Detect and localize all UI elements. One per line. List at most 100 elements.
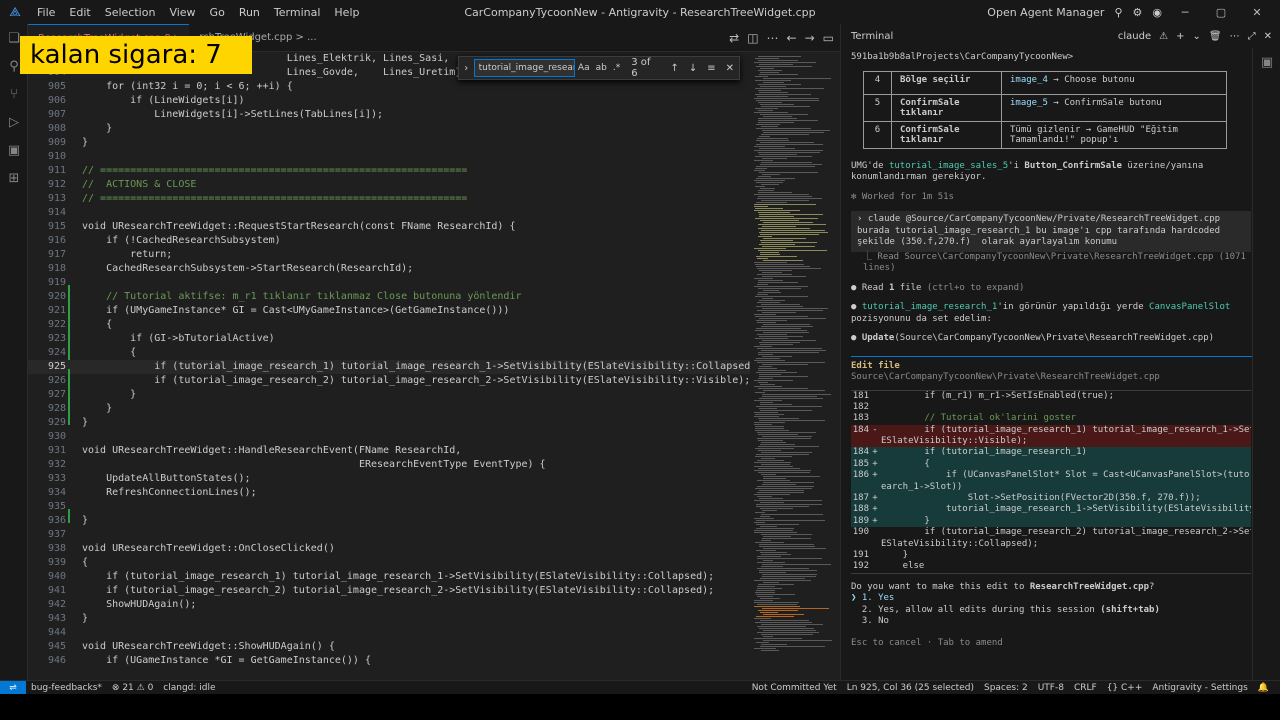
close-panel-icon[interactable]: ✕ xyxy=(1264,31,1272,42)
split-editor-icon[interactable]: ◫ xyxy=(747,31,758,45)
new-terminal-icon[interactable]: + xyxy=(1176,31,1184,42)
code-line[interactable]: 918 CachedResearchSubsystem->StartResear… xyxy=(28,262,750,276)
code-line[interactable]: 926 if (tutorial_image_research_2) tutor… xyxy=(28,374,750,397)
code-line[interactable]: 922 { xyxy=(28,318,750,341)
code-line[interactable]: 936} xyxy=(28,514,750,528)
code-line[interactable]: 913 // ==================================… xyxy=(28,192,750,206)
account-icon[interactable]: ◉ xyxy=(1152,6,1162,19)
code-line[interactable]: 938 void UResearchTreeWidget::OnCloseClic… xyxy=(28,542,750,556)
language-mode[interactable]: {} C++ xyxy=(1102,683,1148,693)
agent-manager-button[interactable]: Open Agent Manager xyxy=(987,6,1104,19)
regex-toggle[interactable]: .* xyxy=(610,63,623,73)
commit-status[interactable]: Not Committed Yet xyxy=(747,683,842,693)
source-control-icon[interactable]: ⑂ xyxy=(0,80,28,108)
line-ending[interactable]: CRLF xyxy=(1069,683,1102,693)
remote-icon[interactable]: ▣ xyxy=(0,136,28,164)
code-line[interactable]: 939 { xyxy=(28,556,750,570)
code-area[interactable]: 903 Lines_Elektrik, Lines_Sasi,904 Lines… xyxy=(28,52,750,680)
code-line[interactable]: 934 RefreshConnectionLines(); xyxy=(28,486,750,500)
run-debug-icon[interactable]: ▷ xyxy=(0,108,28,136)
code-line[interactable]: 908 } xyxy=(28,122,750,136)
encoding[interactable]: UTF-8 xyxy=(1033,683,1069,693)
code-line[interactable]: 917 return; xyxy=(28,248,750,262)
code-line[interactable]: 919 xyxy=(28,276,750,299)
code-line[interactable]: 916 if (!CachedResearchSubsystem) xyxy=(28,234,750,248)
minimap[interactable] xyxy=(750,52,840,680)
problems-indicator[interactable]: ⊗ 21 ⚠ 0 xyxy=(107,683,158,693)
code-line[interactable]: 945 void UResearchTreeWidget::ShowHUDAgai… xyxy=(28,640,750,654)
code-line[interactable]: 944 xyxy=(28,626,750,640)
option-yes-all[interactable]: 2. Yes, allow all edits during this sess… xyxy=(841,605,1253,617)
code-line[interactable]: 931 void UResearchTreeWidget::HandleResea… xyxy=(28,444,750,458)
option-no[interactable]: 3. No xyxy=(841,616,1253,628)
code-line[interactable]: 935 xyxy=(28,500,750,523)
code-line[interactable]: 923 if (GI->bTutorialActive) xyxy=(28,332,750,355)
code-line[interactable]: 924 { xyxy=(28,346,750,369)
code-line[interactable]: 907 LineWidgets[i]->SetLines(TabLines[i]… xyxy=(28,108,750,122)
settings-icon[interactable]: ⚙ xyxy=(1133,6,1143,19)
code-line[interactable]: 933 UpdateAllButtonStates(); xyxy=(28,472,750,486)
settings-status[interactable]: Antigravity - Settings xyxy=(1147,683,1252,693)
code-line[interactable]: 943} xyxy=(28,612,750,626)
terminal-output[interactable]: 591ba1b9b8alProjects\CarCompanyTycoonNew… xyxy=(841,48,1253,680)
code-line[interactable]: 906 if (LineWidgets[i]) xyxy=(28,94,750,108)
more-icon[interactable]: ⋯ xyxy=(1230,31,1240,42)
search-icon[interactable]: ⚲ xyxy=(1114,6,1122,19)
cursor-position[interactable]: Ln 925, Col 36 (25 selected) xyxy=(842,683,979,693)
branch-indicator[interactable]: bug-feedbacks* xyxy=(26,683,107,693)
next-match-icon[interactable]: ↓ xyxy=(684,63,702,74)
code-line[interactable]: 911 // ==================================… xyxy=(28,164,750,178)
notifications-icon[interactable]: 🔔 xyxy=(1253,683,1274,693)
indentation[interactable]: Spaces: 2 xyxy=(979,683,1033,693)
terminal-session-tab[interactable]: claude xyxy=(1118,31,1151,42)
extensions-icon[interactable]: ⊞ xyxy=(0,164,28,192)
terminal-instance-icon[interactable]: ▣ xyxy=(1253,48,1280,76)
code-line[interactable]: 927 } xyxy=(28,388,750,411)
menu-run[interactable]: Run xyxy=(232,6,267,19)
code-line[interactable]: 937 xyxy=(28,528,750,542)
code-line[interactable]: 920 // Tutorial aktifse: m_r1 tıklanır t… xyxy=(28,290,750,313)
menu-selection[interactable]: Selection xyxy=(98,6,163,19)
code-line[interactable]: 925 if (tutorial_image_research_1) tutor… xyxy=(28,360,750,383)
code-line[interactable]: 914 xyxy=(28,206,750,220)
code-line[interactable]: 940 if (tutorial_image_research_1) tutor… xyxy=(28,570,750,584)
maximize-panel-icon[interactable]: ⤢ xyxy=(1248,31,1256,42)
code-line[interactable]: 930 xyxy=(28,430,750,444)
code-line[interactable]: 915 void UResearchTreeWidget::RequestStar… xyxy=(28,220,750,234)
code-line[interactable]: 912 // ACTIONS & CLOSE xyxy=(28,178,750,192)
dropdown-icon[interactable]: ⌄ xyxy=(1193,31,1201,42)
minimize-button[interactable]: ─ xyxy=(1172,6,1198,19)
code-line[interactable]: 929} xyxy=(28,416,750,430)
code-line[interactable]: 910 xyxy=(28,150,750,164)
menu-help[interactable]: Help xyxy=(327,6,366,19)
maximize-button[interactable]: ▢ xyxy=(1208,6,1234,19)
menu-edit[interactable]: Edit xyxy=(62,6,97,19)
close-window-button[interactable]: ✕ xyxy=(1244,6,1270,19)
toggle-replace-chevron-icon[interactable]: › xyxy=(459,63,474,74)
compare-icon[interactable]: ⇄ xyxy=(729,31,739,45)
remote-indicator-icon[interactable]: ⇌ xyxy=(0,680,26,695)
trash-icon[interactable]: 🗑 xyxy=(1209,31,1222,42)
menu-view[interactable]: View xyxy=(162,6,202,19)
code-line[interactable]: 932 EResearchEventType EventType) { xyxy=(28,458,750,472)
close-find-icon[interactable]: ✕ xyxy=(721,63,739,74)
forward-icon[interactable]: → xyxy=(805,31,815,45)
menu-terminal[interactable]: Terminal xyxy=(267,6,328,19)
back-icon[interactable]: ← xyxy=(787,31,797,45)
more-actions-icon[interactable]: ⋯ xyxy=(767,31,779,45)
find-in-selection-icon[interactable]: ≡ xyxy=(702,63,720,74)
code-line[interactable]: 928 } xyxy=(28,402,750,425)
previous-match-icon[interactable]: ↑ xyxy=(665,63,683,74)
match-case-toggle[interactable]: Aa xyxy=(575,63,593,73)
menu-go[interactable]: Go xyxy=(203,6,232,19)
whole-word-toggle[interactable]: ab xyxy=(593,63,610,73)
find-input[interactable]: tutorial_image_research_1 xyxy=(473,59,575,77)
code-line[interactable]: 909} xyxy=(28,136,750,150)
code-line[interactable]: 946 if (UGameInstance *GI = GetGameInsta… xyxy=(28,654,750,668)
code-line[interactable]: 942 ShowHUDAgain(); xyxy=(28,598,750,612)
code-line[interactable]: 941 if (tutorial_image_research_2) tutor… xyxy=(28,584,750,598)
option-yes[interactable]: ❯ 1. Yes xyxy=(841,593,1253,605)
clangd-status[interactable]: clangd: idle xyxy=(158,683,220,693)
code-line[interactable]: 921 if (UMyGameInstance* GI = Cast<UMyGa… xyxy=(28,304,750,327)
code-line[interactable]: 905 for (int32 i = 0; i < 6; ++i) { xyxy=(28,80,750,94)
